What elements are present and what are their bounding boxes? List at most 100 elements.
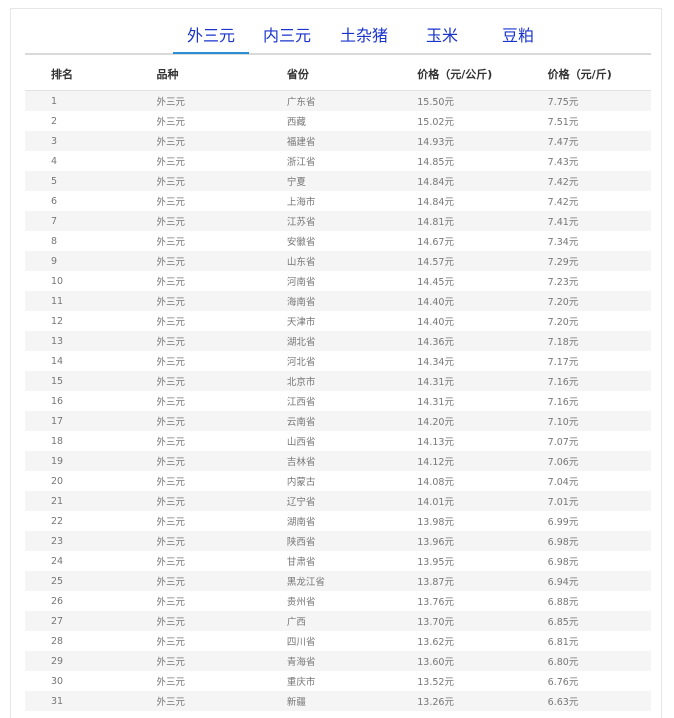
cell-province: 重庆市	[286, 671, 418, 691]
table-row: 12 外三元 天津市 14.40元 7.20元	[25, 311, 651, 331]
cell-price-kg: 14.85元	[417, 151, 548, 171]
cell-price-kg: 13.98元	[417, 511, 548, 531]
cell-rank: 23	[25, 531, 157, 551]
table-row: 27 外三元 广西 13.70元 6.85元	[25, 611, 651, 631]
cell-province: 甘肃省	[286, 551, 418, 571]
table-row: 30 外三元 重庆市 13.52元 6.76元	[25, 671, 651, 691]
cell-price-kg: 13.70元	[417, 611, 548, 631]
cell-breed: 外三元	[156, 471, 287, 491]
table-row: 17 外三元 云南省 14.20元 7.10元	[25, 411, 651, 431]
header-province: 省份	[286, 57, 418, 91]
table-row: 13 外三元 湖北省 14.36元 7.18元	[25, 331, 651, 351]
cell-breed: 外三元	[156, 571, 287, 591]
price-panel: 外三元 内三元 土杂猪 玉米 豆粕 排名 品种 省份 价格（元/公斤) 价格（元…	[10, 8, 662, 718]
cell-province: 青海省	[286, 651, 418, 671]
cell-breed: 外三元	[156, 351, 287, 371]
cell-rank: 10	[25, 271, 157, 291]
cell-price-jin: 6.88元	[547, 591, 651, 611]
cell-province: 福建省	[286, 131, 418, 151]
cell-price-kg: 13.26元	[417, 691, 548, 711]
cell-province: 新疆	[286, 691, 418, 711]
cell-breed: 外三元	[156, 391, 287, 411]
cell-rank: 22	[25, 511, 157, 531]
cell-rank: 18	[25, 431, 157, 451]
cell-breed: 外三元	[156, 291, 287, 311]
cell-price-jin: 6.99元	[547, 511, 651, 531]
tab-nei-san-yuan[interactable]: 内三元	[257, 23, 317, 53]
cell-price-jin: 7.07元	[547, 431, 651, 451]
cell-rank: 13	[25, 331, 157, 351]
table-row: 11 外三元 海南省 14.40元 7.20元	[25, 291, 651, 311]
cell-province: 河南省	[286, 271, 418, 291]
header-breed: 品种	[156, 57, 287, 91]
table-row: 2 外三元 西藏 15.02元 7.51元	[25, 111, 651, 131]
tab-yu-mi[interactable]: 玉米	[417, 23, 467, 53]
cell-price-jin: 7.34元	[547, 231, 651, 251]
cell-breed: 外三元	[156, 611, 287, 631]
cell-price-kg: 14.57元	[417, 251, 548, 271]
cell-rank: 9	[25, 251, 157, 271]
cell-price-jin: 7.42元	[547, 171, 651, 191]
price-table: 排名 品种 省份 价格（元/公斤) 价格（元/斤) 1 外三元 广东省 15.50元 7…	[25, 57, 651, 711]
tab-wai-san-yuan[interactable]: 外三元	[173, 23, 249, 53]
cell-price-jin: 7.47元	[547, 131, 651, 151]
cell-price-kg: 13.60元	[417, 651, 548, 671]
table-row: 26 外三元 贵州省 13.76元 6.88元	[25, 591, 651, 611]
cell-province: 江苏省	[286, 211, 418, 231]
table-row: 3 外三元 福建省 14.93元 7.47元	[25, 131, 651, 151]
cell-rank: 2	[25, 111, 157, 131]
cell-price-kg: 14.84元	[417, 171, 548, 191]
cell-price-jin: 7.75元	[547, 90, 651, 111]
table-row: 31 外三元 新疆 13.26元 6.63元	[25, 691, 651, 711]
cell-province: 河北省	[286, 351, 418, 371]
cell-rank: 21	[25, 491, 157, 511]
cell-price-jin: 6.63元	[547, 691, 651, 711]
cell-price-jin: 7.42元	[547, 191, 651, 211]
table-row: 28 外三元 四川省 13.62元 6.81元	[25, 631, 651, 651]
cell-province: 吉林省	[286, 451, 418, 471]
cell-price-kg: 14.40元	[417, 311, 548, 331]
cell-province: 浙江省	[286, 151, 418, 171]
cell-price-kg: 13.52元	[417, 671, 548, 691]
cell-breed: 外三元	[156, 151, 287, 171]
cell-province: 陕西省	[286, 531, 418, 551]
cell-price-kg: 13.62元	[417, 631, 548, 651]
cell-rank: 6	[25, 191, 157, 211]
cell-price-jin: 7.20元	[547, 291, 651, 311]
cell-province: 广东省	[286, 90, 418, 111]
cell-price-kg: 13.95元	[417, 551, 548, 571]
cell-rank: 29	[25, 651, 157, 671]
cell-breed: 外三元	[156, 491, 287, 511]
cell-breed: 外三元	[156, 651, 287, 671]
table-row: 6 外三元 上海市 14.84元 7.42元	[25, 191, 651, 211]
table-row: 29 外三元 青海省 13.60元 6.80元	[25, 651, 651, 671]
cell-breed: 外三元	[156, 591, 287, 611]
cell-breed: 外三元	[156, 411, 287, 431]
cell-price-kg: 13.96元	[417, 531, 548, 551]
cell-rank: 7	[25, 211, 157, 231]
cell-rank: 17	[25, 411, 157, 431]
cell-price-jin: 6.80元	[547, 651, 651, 671]
cell-breed: 外三元	[156, 431, 287, 451]
cell-rank: 25	[25, 571, 157, 591]
table-row: 4 外三元 浙江省 14.85元 7.43元	[25, 151, 651, 171]
cell-rank: 27	[25, 611, 157, 631]
cell-price-kg: 14.01元	[417, 491, 548, 511]
cell-breed: 外三元	[156, 511, 287, 531]
table-row: 16 外三元 江西省 14.31元 7.16元	[25, 391, 651, 411]
cell-breed: 外三元	[156, 531, 287, 551]
table-row: 15 外三元 北京市 14.31元 7.16元	[25, 371, 651, 391]
cell-rank: 3	[25, 131, 157, 151]
cell-rank: 1	[25, 90, 157, 111]
cell-price-kg: 15.02元	[417, 111, 548, 131]
table-row: 19 外三元 吉林省 14.12元 7.06元	[25, 451, 651, 471]
cell-province: 广西	[286, 611, 418, 631]
tab-dou-po[interactable]: 豆粕	[493, 23, 543, 53]
cell-rank: 16	[25, 391, 157, 411]
cell-province: 湖北省	[286, 331, 418, 351]
tab-tu-za-zhu[interactable]: 土杂猪	[333, 23, 395, 53]
cell-price-kg: 14.08元	[417, 471, 548, 491]
cell-breed: 外三元	[156, 171, 287, 191]
cell-price-jin: 6.81元	[547, 631, 651, 651]
cell-rank: 14	[25, 351, 157, 371]
